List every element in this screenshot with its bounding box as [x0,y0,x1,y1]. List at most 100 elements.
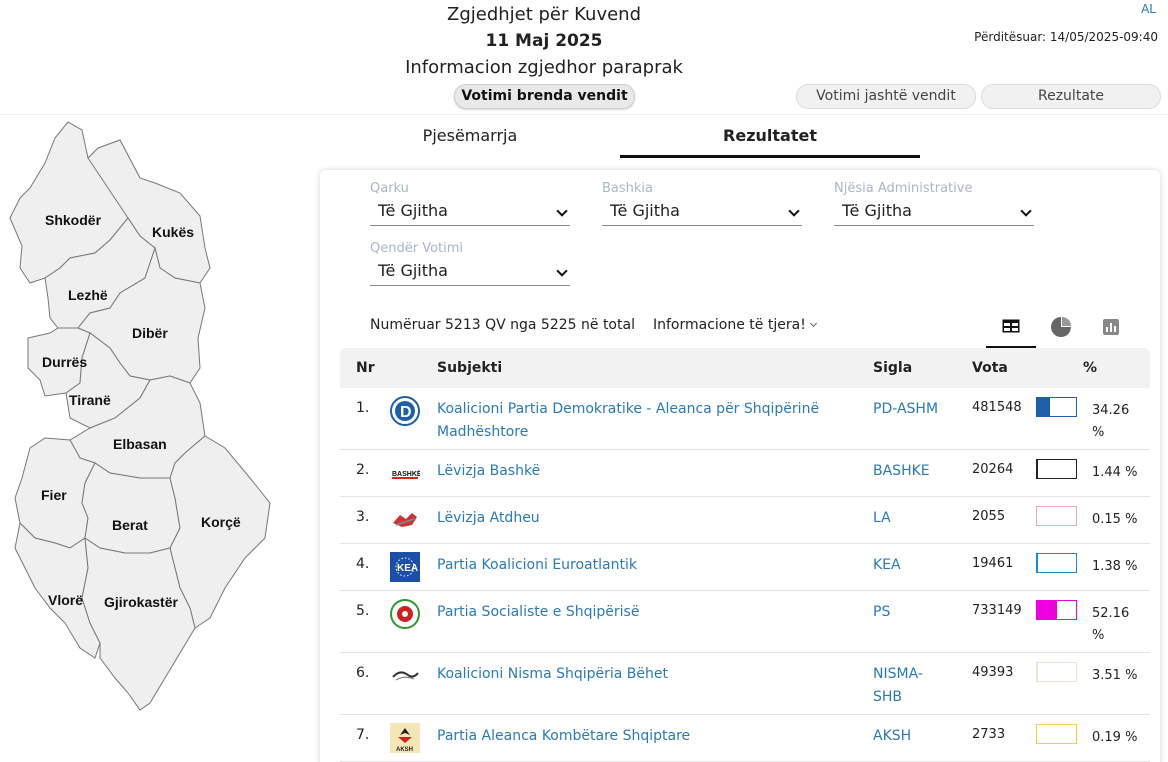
region-label-lezhe: Lezhë [68,287,108,303]
bashke-logo-icon: BASHKË [392,469,420,479]
tab-results[interactable]: Rezultatet [620,126,920,158]
election-subtitle: Informacion zgjedhor paraprak [405,57,683,78]
party-acronym[interactable]: PD-ASHM [873,398,943,421]
party-name[interactable]: Lëvizja Bashkë [437,460,837,483]
chevron-down-icon [809,319,817,328]
vote-share-fill [1037,601,1058,619]
table-row[interactable]: 3. Lëvizja Atdheu LA 2055 0.15 % [340,497,1150,544]
vote-share-bar [1036,459,1077,479]
kea-logo-icon: KEA [390,552,420,582]
party-acronym[interactable]: NISMA-SHB [873,663,943,709]
ps-logo-icon [390,599,420,629]
col-sigla: Sigla [873,360,913,376]
col-percent: % [1083,360,1098,376]
vote-percent: 1.44 % [1092,465,1138,480]
qender-select[interactable]: Të Gjitha [370,258,570,286]
row-number: 6. [356,665,370,681]
party-name[interactable]: Partia Socialiste e Shqipërisë [437,601,837,624]
svg-text:BASHKË: BASHKË [392,470,420,478]
table-row[interactable]: 7. AKSH Partia Aleanca Kombëtare Shqipta… [340,715,1150,762]
last-updated: Përditësuar: 14/05/2025-09:40 [974,30,1158,44]
filter-qender: Qendër Votimi Të Gjitha [370,241,570,286]
vote-percent: 0.15 % [1092,512,1138,527]
filter-qender-label: Qendër Votimi [370,241,464,256]
party-acronym[interactable]: BASHKE [873,460,943,483]
row-number: 5. [356,603,370,619]
region-label-gjirokaster: Gjirokastër [104,594,178,610]
vote-count: 49393 [972,665,1014,680]
vote-count: 481548 [972,400,1022,415]
table-row[interactable]: 2. BASHKË Lëvizja Bashkë BASHKE 20264 1.… [340,450,1150,497]
bashkia-select[interactable]: Të Gjitha [602,198,802,226]
vote-share-bar [1036,397,1077,417]
table-row[interactable]: 6. Koalicioni Nisma Shqipëria Bëhet NISM… [340,653,1150,715]
party-name[interactable]: Lëvizja Atdheu [437,507,837,530]
party-name[interactable]: Partia Aleanca Kombëtare Shqiptare [437,725,837,748]
svg-text:D: D [400,404,412,421]
vote-share-fill [1037,398,1051,416]
results-button[interactable]: Rezultate [981,84,1161,109]
filter-bashkia-label: Bashkia [602,181,654,196]
election-title: Zgjedhjet për Kuvend [446,4,642,25]
table-row[interactable]: 5. Partia Socialiste e Shqipërisë PS 733… [340,591,1150,653]
albania-map[interactable]: Shkodër Kukës Lezhë Dibër Durrës Tiranë … [0,118,290,728]
party-acronym[interactable]: KEA [873,554,943,577]
vote-percent: 3.51 % [1092,668,1138,683]
qarku-select[interactable]: Të Gjitha [370,198,570,226]
region-label-berat: Berat [112,517,148,533]
region-label-tirane: Tiranë [69,392,111,408]
party-name[interactable]: Partia Koalicioni Euroatlantik [437,554,837,577]
vote-share-bar [1036,724,1077,744]
region-label-kukes: Kukës [152,224,194,240]
vote-count: 733149 [972,603,1022,618]
pie-view-button[interactable] [1036,306,1086,348]
row-number: 2. [356,462,370,478]
col-votes: Vota [972,360,1008,376]
vote-share-fill [1037,554,1038,572]
table-view-button[interactable] [986,306,1036,348]
filter-qarku: Qarku Të Gjitha [370,181,570,226]
table-row[interactable]: 4. KEA Partia Koalicioni Euroatlantik KE… [340,544,1150,591]
aksh-logo-icon: AKSH [390,723,420,753]
vote-percent: 52.16 % [1092,606,1130,643]
region-label-shkoder: Shkodër [45,212,102,228]
vote-share-bar [1036,662,1077,682]
party-name[interactable]: Koalicioni Partia Demokratike - Aleanca … [437,398,837,444]
row-number: 4. [356,556,370,572]
party-acronym[interactable]: AKSH [873,725,943,748]
abroad-vote-button[interactable]: Votimi jashtë vendit [796,84,976,109]
counted-stations: Numëruar 5213 QV nga 5225 në total [370,317,635,333]
region-label-durres: Durrës [42,354,87,370]
bar-chart-icon [1103,319,1119,335]
region-label-vlore: Vlorë [48,592,83,608]
svg-text:AKSH: AKSH [396,747,413,753]
table-row[interactable]: 1. D Koalicioni Partia Demokratike - Ale… [340,388,1150,450]
language-switch[interactable]: AL [1141,2,1156,16]
nisma-logo-icon [392,671,419,681]
bar-view-button[interactable] [1086,306,1136,348]
domestic-vote-button[interactable]: Votimi brenda vendit [454,84,635,109]
vote-percent: 1.38 % [1092,559,1138,574]
filter-njesia-label: Njësia Administrative [834,181,973,196]
party-name[interactable]: Koalicioni Nisma Shqipëria Bëhet [437,663,837,686]
vote-share-fill [1037,460,1038,478]
col-nr: Nr [356,360,375,376]
njesia-select[interactable]: Të Gjitha [834,198,1034,226]
row-number: 3. [356,509,370,525]
tab-participation[interactable]: Pjesëmarrja [400,126,540,158]
filter-njesia: Njësia Administrative Të Gjitha [834,181,1034,226]
vote-count: 19461 [972,556,1014,571]
chevron-down-icon [788,205,800,217]
pd-logo-icon: D [390,396,420,426]
col-subject: Subjekti [437,360,503,376]
party-acronym[interactable]: LA [873,507,943,530]
vote-count: 2055 [972,509,1006,524]
party-acronym[interactable]: PS [873,601,943,624]
vote-percent: 34.26 % [1092,403,1130,440]
vote-percent: 0.19 % [1092,730,1138,745]
filter-bashkia: Bashkia Të Gjitha [602,181,802,226]
row-number: 1. [356,400,370,416]
row-number: 7. [356,727,370,743]
more-info-toggle[interactable]: Informacione të tjera! [653,317,817,333]
region-label-fier: Fier [41,487,67,503]
